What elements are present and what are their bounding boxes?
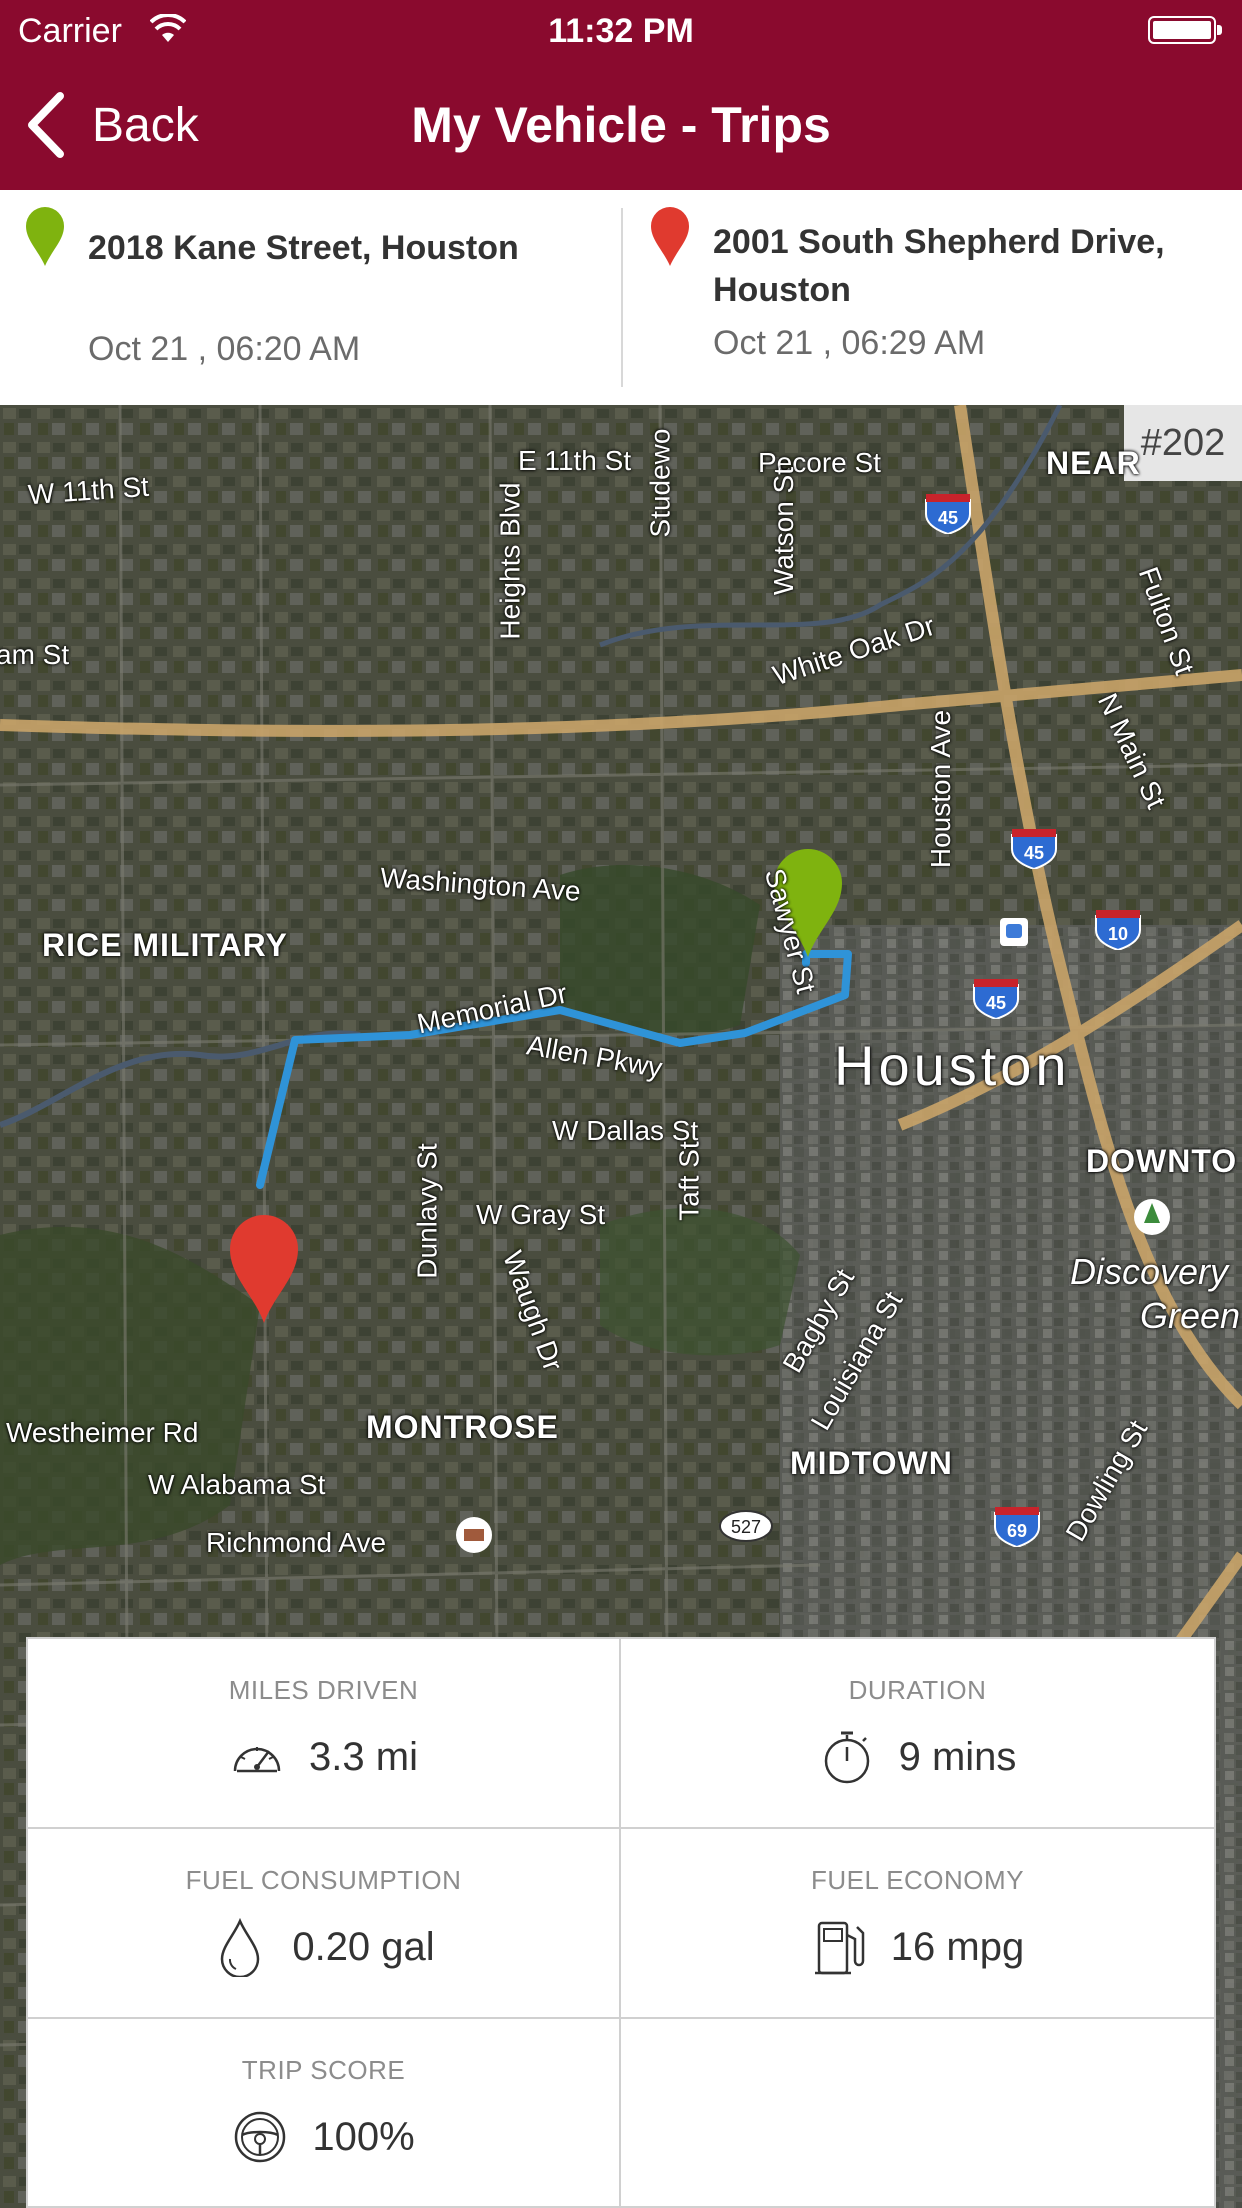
- stat-label: FUEL ECONOMY: [810, 1865, 1025, 1895]
- start-location[interactable]: 2018 Kane Street, Houston Oct 21 , 06:20…: [0, 190, 621, 405]
- stopwatch-icon: [824, 1731, 869, 1784]
- stat-value: 16 mpg: [890, 1924, 1025, 1969]
- map-label-am: am St: [0, 639, 70, 670]
- stat-value: 9 mins: [898, 1734, 1017, 1779]
- map-label-discovery: Discovery: [1070, 1251, 1229, 1292]
- svg-text:45: 45: [1024, 843, 1044, 863]
- map-label-studewood: Studewo: [644, 428, 676, 538]
- map-label-montrose: MONTROSE: [366, 1409, 559, 1445]
- svg-text:69: 69: [1007, 1521, 1027, 1541]
- svg-text:45: 45: [938, 508, 958, 528]
- steering-wheel-icon: [235, 2111, 286, 2163]
- map-label-houston: Houston: [834, 1034, 1071, 1097]
- stat-label: DURATION: [848, 1675, 987, 1705]
- stat-empty-cell: [621, 2019, 1214, 2208]
- chevron-left-icon: [28, 92, 64, 158]
- clock: 11:32 PM: [548, 12, 694, 50]
- start-pin-icon: [26, 207, 64, 266]
- map-label-walabama: W Alabama St: [148, 1469, 326, 1500]
- status-bar: Carrier 11:32 PM: [0, 0, 1242, 60]
- map-label-wgray: W Gray St: [476, 1199, 606, 1230]
- map-label-houstonave: Houston Ave: [925, 709, 957, 869]
- battery-tip: [1217, 25, 1222, 35]
- trip-number-badge: #202: [1124, 405, 1242, 481]
- map-label-rice-military: RICE MILITARY: [42, 927, 288, 963]
- stat-value: 100%: [312, 2114, 415, 2159]
- map-label-downtown: DOWNTO: [1086, 1143, 1238, 1179]
- top-bar: Carrier 11:32 PM Back My Vehicle - Trips: [0, 0, 1242, 190]
- end-location[interactable]: 2001 South Shepherd Drive, Houston Oct 2…: [621, 207, 1242, 387]
- map-label-near: NEAR: [1046, 445, 1141, 481]
- start-time: Oct 21 , 06:20 AM: [88, 330, 361, 368]
- stat-miles-driven: MILES DRIVEN 3.3 mi: [28, 1639, 621, 1829]
- stat-label: FUEL CONSUMPTION: [185, 1865, 462, 1895]
- map-label-dunlavy: Dunlavy St: [411, 1143, 443, 1279]
- stat-duration: DURATION 9 mins: [621, 1639, 1214, 1829]
- i45-shield-icon: 45: [925, 494, 971, 534]
- stat-value: 3.3 mi: [309, 1734, 418, 1779]
- i69-shield-icon: 69: [994, 1507, 1040, 1547]
- map-label-heights: Heights Blvd: [494, 482, 526, 640]
- map-label-midtown: MIDTOWN: [790, 1445, 953, 1481]
- map-label-e11th: E 11th St: [518, 445, 632, 476]
- svg-text:10: 10: [1108, 924, 1128, 944]
- battery-icon: [1148, 16, 1216, 44]
- end-pin-icon: [651, 207, 689, 266]
- back-label: Back: [92, 98, 199, 152]
- map-label-green: Green: [1140, 1295, 1241, 1336]
- stat-trip-score: TRIP SCORE 100%: [28, 2019, 621, 2208]
- svg-text:45: 45: [986, 993, 1006, 1013]
- start-address: 2018 Kane Street, Houston: [88, 229, 519, 267]
- end-address: 2001 South Shepherd Drive, Houston: [713, 223, 1165, 309]
- svg-text:527: 527: [731, 1517, 761, 1537]
- map-label-richmond: Richmond Ave: [206, 1527, 387, 1558]
- route-527-shield-icon: 527: [719, 1510, 773, 1542]
- stat-fuel-consumption: FUEL CONSUMPTION 0.20 gal: [28, 1829, 621, 2019]
- stat-fuel-economy: FUEL ECONOMY 16 mpg: [621, 1829, 1214, 2019]
- stat-label: TRIP SCORE: [241, 2055, 406, 2085]
- i45-shield-icon: 45: [1011, 829, 1057, 869]
- navigation-bar: Back My Vehicle - Trips: [0, 60, 1242, 190]
- back-button[interactable]: Back: [24, 90, 199, 160]
- trip-addresses: 2018 Kane Street, Houston Oct 21 , 06:20…: [0, 190, 1242, 405]
- fuel-drop-icon: [221, 1917, 260, 1977]
- fuel-pump-icon: [814, 1921, 865, 1975]
- trip-stats-card: MILES DRIVEN 3.3 mi DURATION 9 mins FUEL…: [26, 1637, 1216, 2208]
- i45-shield-icon: 45: [973, 979, 1019, 1019]
- map-label-westheimer: Westheimer Rd: [6, 1417, 199, 1448]
- map-label-watson: Watson St: [768, 466, 800, 596]
- end-time: Oct 21 , 06:29 AM: [713, 324, 986, 362]
- i10-shield-icon: 10: [1095, 910, 1141, 950]
- stat-value: 0.20 gal: [292, 1924, 435, 1969]
- map-label-taft: Taft St: [673, 1141, 705, 1221]
- stat-label: MILES DRIVEN: [228, 1675, 419, 1705]
- speedometer-icon: [233, 1747, 281, 1773]
